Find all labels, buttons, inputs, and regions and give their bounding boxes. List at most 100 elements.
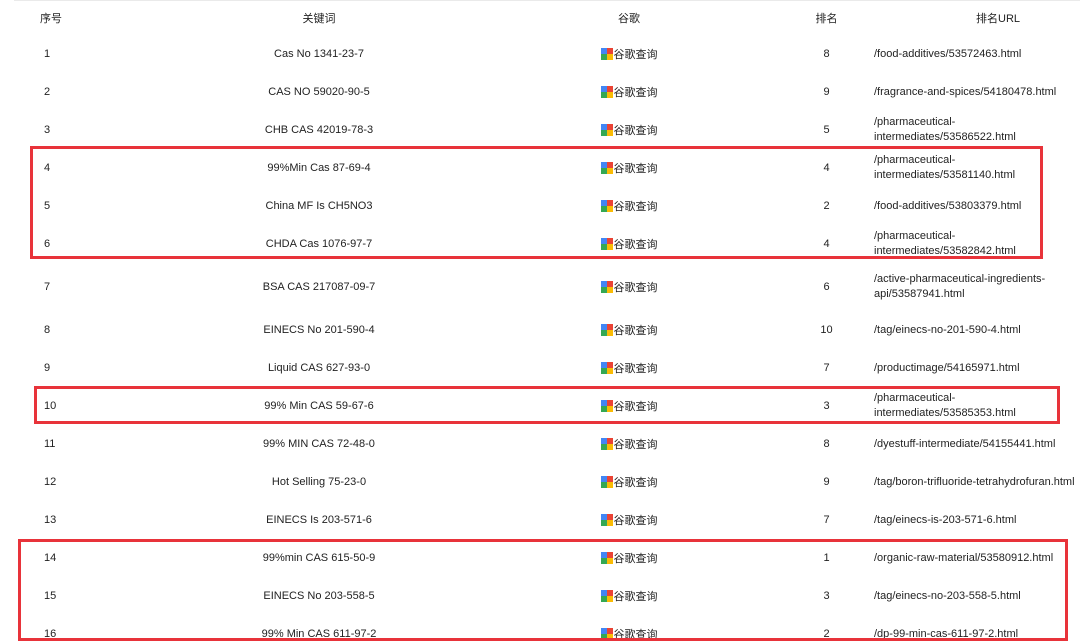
row-url[interactable]: /dyestuff-intermediate/54155441.html: [864, 425, 1080, 463]
row-index: 1: [44, 48, 51, 60]
row-keyword: CAS NO 59020-90-5: [268, 86, 370, 98]
row-keyword: BSA CAS 217087-09-7: [262, 281, 376, 293]
row-index: 10: [44, 400, 57, 412]
table-row: 5 China MF Is CH5NO3 谷歌查询 2 /food-additi…: [14, 187, 1080, 225]
row-url[interactable]: /fragrance-and-spices/54180478.html: [864, 73, 1080, 111]
row-url[interactable]: /organic-raw-material/53580912.html: [864, 539, 1080, 577]
row-url[interactable]: /food-additives/53572463.html: [864, 35, 1080, 73]
table-row: 4 99%Min Cas 87-69-4 谷歌查询 4 /pharmaceuti…: [14, 149, 1080, 187]
row-url[interactable]: /tag/einecs-no-201-590-4.html: [864, 311, 1080, 349]
row-keyword: 99% MIN CAS 72-48-0: [263, 438, 375, 450]
table-row: 7 BSA CAS 217087-09-7 谷歌查询 6 /active-pha…: [14, 263, 1080, 311]
google-icon: [600, 280, 613, 293]
row-index: 13: [44, 514, 57, 526]
row-url[interactable]: /food-additives/53803379.html: [864, 187, 1080, 225]
google-icon: [600, 437, 613, 450]
row-rank: 2: [823, 628, 830, 640]
row-keyword: Hot Selling 75-23-0: [271, 476, 367, 488]
google-search-link[interactable]: 谷歌查询: [600, 236, 658, 252]
row-index: 5: [44, 200, 51, 212]
google-search-link[interactable]: 谷歌查询: [600, 474, 658, 490]
row-google-cell: 谷歌查询: [469, 187, 789, 225]
row-keyword: EINECS Is 203-571-6: [266, 514, 372, 526]
table-body: 1 Cas No 1341-23-7 谷歌查询 8 /food-additive…: [14, 35, 1080, 641]
row-rank: 5: [823, 124, 830, 136]
table-row: 13 EINECS Is 203-571-6 谷歌查询 7 /tag/einec…: [14, 501, 1080, 539]
row-url[interactable]: /tag/einecs-no-203-558-5.html: [864, 577, 1080, 615]
google-icon: [600, 199, 613, 212]
row-url[interactable]: /pharmaceutical-intermediates/53586522.h…: [864, 111, 1080, 149]
header-keyword: 关键词: [169, 0, 469, 35]
row-keyword: China MF Is CH5NO3: [265, 200, 373, 212]
table-row: 6 CHDA Cas 1076-97-7 谷歌查询 4 /pharmaceuti…: [14, 225, 1080, 263]
google-icon: [600, 551, 613, 564]
row-index: 15: [44, 590, 57, 602]
row-index: 6: [44, 238, 51, 250]
google-search-label: 谷歌查询: [613, 362, 658, 375]
row-index: 11: [44, 438, 56, 450]
row-url[interactable]: /pharmaceutical-intermediates/53582842.h…: [864, 225, 1080, 263]
google-search-label: 谷歌查询: [613, 590, 658, 603]
row-keyword: Cas No 1341-23-7: [274, 48, 364, 60]
google-search-link[interactable]: 谷歌查询: [600, 322, 658, 338]
row-url[interactable]: /tag/boron-trifluoride-tetrahydrofuran.h…: [864, 463, 1080, 501]
google-search-label: 谷歌查询: [613, 400, 658, 413]
row-keyword: CHDA Cas 1076-97-7: [265, 238, 373, 250]
google-search-link[interactable]: 谷歌查询: [600, 46, 658, 62]
row-google-cell: 谷歌查询: [469, 463, 789, 501]
row-url[interactable]: /active-pharmaceutical-ingredients-api/5…: [864, 263, 1080, 311]
google-search-link[interactable]: 谷歌查询: [600, 436, 658, 452]
row-index: 16: [44, 628, 57, 640]
table-row: 1 Cas No 1341-23-7 谷歌查询 8 /food-additive…: [14, 35, 1080, 73]
table-row: 16 99% Min CAS 611-97-2 谷歌查询 2 /dp-99-mi…: [14, 615, 1080, 641]
google-search-link[interactable]: 谷歌查询: [600, 550, 658, 566]
row-rank: 1: [823, 552, 830, 564]
row-google-cell: 谷歌查询: [469, 387, 789, 425]
google-search-label: 谷歌查询: [613, 324, 658, 337]
row-rank: 3: [823, 400, 830, 412]
row-keyword: CHB CAS 42019-78-3: [264, 124, 374, 136]
table-row: 15 EINECS No 203-558-5 谷歌查询 3 /tag/einec…: [14, 577, 1080, 615]
table-row: 3 CHB CAS 42019-78-3 谷歌查询 5 /pharmaceuti…: [14, 111, 1080, 149]
google-icon: [600, 361, 613, 374]
header-url: 排名URL: [864, 0, 1080, 35]
row-google-cell: 谷歌查询: [469, 73, 789, 111]
google-icon: [600, 237, 613, 250]
table-row: 8 EINECS No 201-590-4 谷歌查询 10 /tag/einec…: [14, 311, 1080, 349]
google-search-link[interactable]: 谷歌查询: [600, 398, 658, 414]
row-google-cell: 谷歌查询: [469, 111, 789, 149]
row-url[interactable]: /pharmaceutical-intermediates/53581140.h…: [864, 149, 1080, 187]
google-search-label: 谷歌查询: [613, 552, 658, 565]
google-search-link[interactable]: 谷歌查询: [600, 160, 658, 176]
table-row: 12 Hot Selling 75-23-0 谷歌查询 9 /tag/boron…: [14, 463, 1080, 501]
row-google-cell: 谷歌查询: [469, 225, 789, 263]
google-search-link[interactable]: 谷歌查询: [600, 626, 658, 641]
table-header: 序号 关键词 谷歌 排名 排名URL: [14, 0, 1080, 35]
keyword-ranking-page: 序号 关键词 谷歌 排名 排名URL 1 Cas No 1341-23-7 谷歌…: [0, 0, 1080, 641]
google-search-link[interactable]: 谷歌查询: [600, 512, 658, 528]
header-index: 序号: [14, 0, 169, 35]
table-row: 9 Liquid CAS 627-93-0 谷歌查询 7 /productima…: [14, 349, 1080, 387]
google-icon: [600, 475, 613, 488]
table-row: 10 99% Min CAS 59-67-6 谷歌查询 3 /pharmaceu…: [14, 387, 1080, 425]
row-google-cell: 谷歌查询: [469, 425, 789, 463]
google-search-link[interactable]: 谷歌查询: [600, 360, 658, 376]
google-icon: [600, 513, 613, 526]
row-keyword: 99%Min Cas 87-69-4: [267, 162, 371, 174]
google-search-link[interactable]: 谷歌查询: [600, 122, 658, 138]
row-url[interactable]: /dp-99-min-cas-611-97-2.html: [864, 615, 1080, 641]
google-search-label: 谷歌查询: [613, 162, 658, 175]
row-rank: 8: [823, 48, 830, 60]
google-search-link[interactable]: 谷歌查询: [600, 588, 658, 604]
google-search-link[interactable]: 谷歌查询: [600, 84, 658, 100]
row-index: 12: [44, 476, 57, 488]
google-search-link[interactable]: 谷歌查询: [600, 198, 658, 214]
google-search-link[interactable]: 谷歌查询: [600, 279, 658, 295]
table-row: 14 99%min CAS 615-50-9 谷歌查询 1 /organic-r…: [14, 539, 1080, 577]
row-url[interactable]: /tag/einecs-is-203-571-6.html: [864, 501, 1080, 539]
google-search-label: 谷歌查询: [613, 476, 658, 489]
row-keyword: EINECS No 203-558-5: [263, 590, 375, 602]
row-url[interactable]: /pharmaceutical-intermediates/53585353.h…: [864, 387, 1080, 425]
row-google-cell: 谷歌查询: [469, 501, 789, 539]
row-url[interactable]: /productimage/54165971.html: [864, 349, 1080, 387]
